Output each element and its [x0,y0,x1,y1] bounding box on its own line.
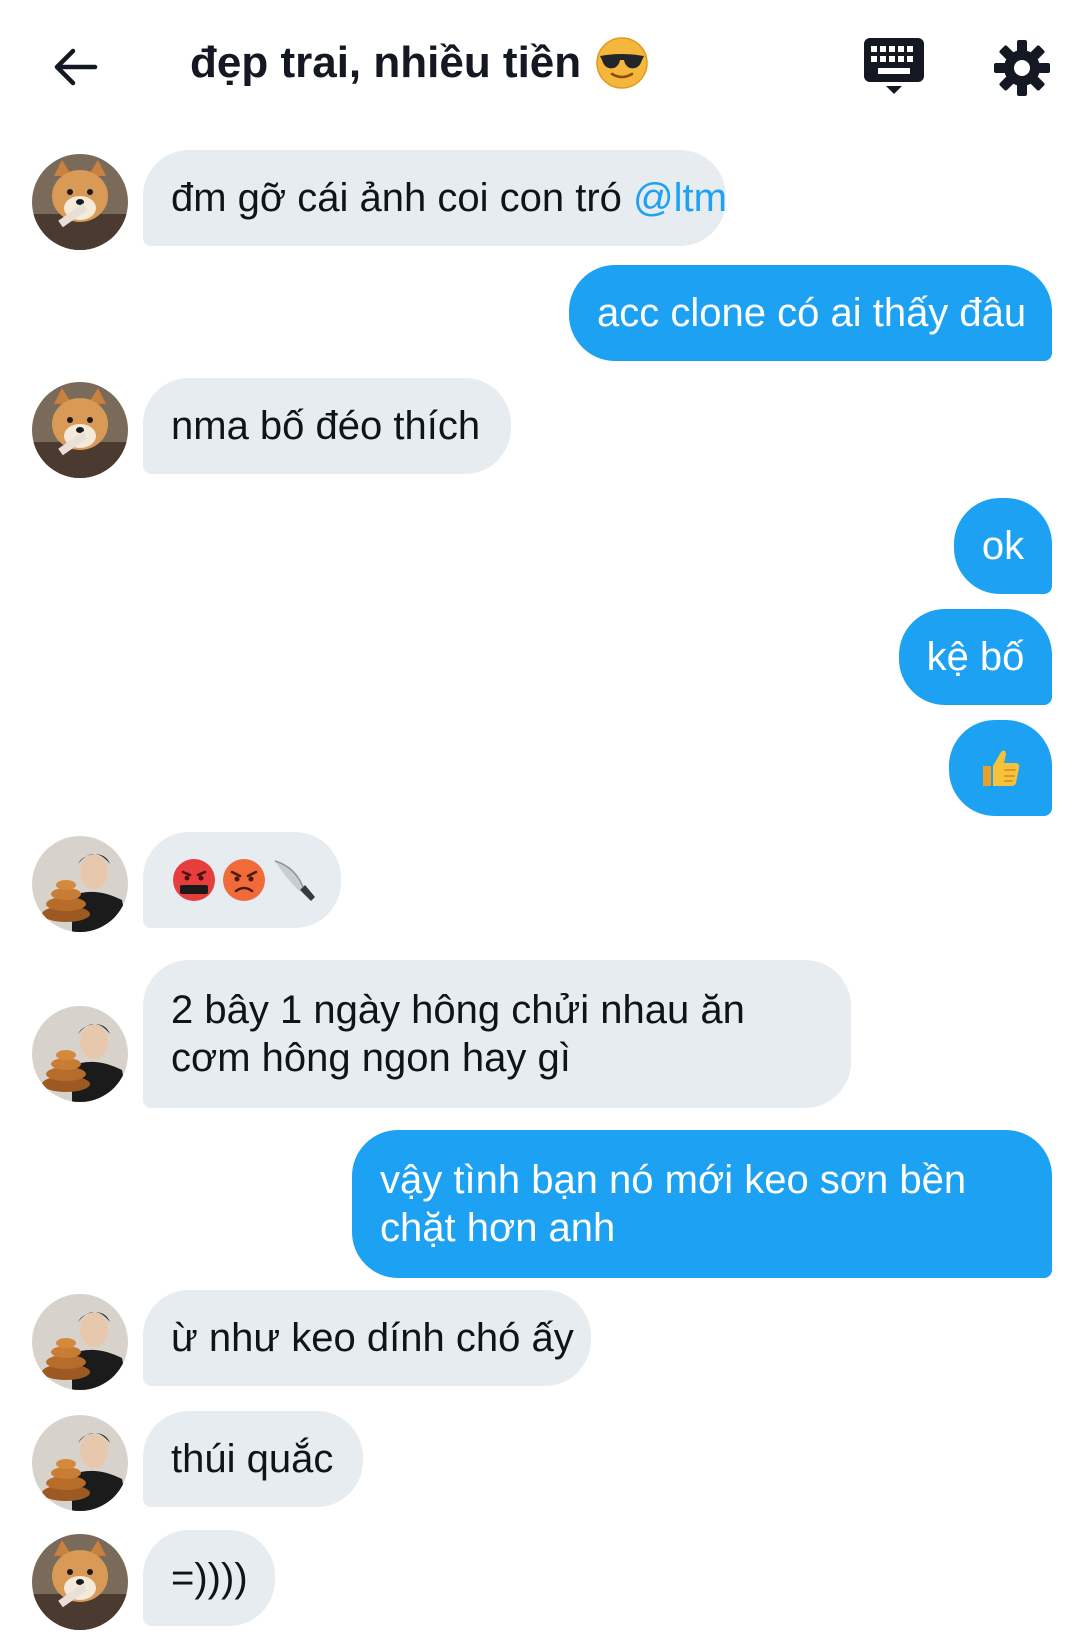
angry-face-emoji [223,859,265,901]
message-bubble[interactable]: 2 bây 1 ngày hông chửi nhau ăn cơm hông … [143,960,851,1108]
avatar[interactable] [32,382,128,478]
message-text: ừ như keo dính chó ấy [171,1316,574,1360]
message-bubble[interactable]: vậy tình bạn nó mới keo sơn bền chặt hơn… [352,1130,1052,1278]
message-text-block: 2 bây 1 ngày hông chửi nhau ăn cơm hông … [171,986,745,1082]
message-row [0,720,1080,816]
message-row: vậy tình bạn nó mới keo sơn bền chặt hơn… [0,1130,1080,1280]
message-line: vậy tình bạn nó mới keo sơn bền [380,1158,967,1202]
conversation-header: đẹp trai, nhiều tiền [0,0,1080,130]
message-bubble[interactable]: ừ như keo dính chó ấy [143,1290,591,1386]
shiba-dog-avatar-icon [32,382,128,478]
person-with-bread-avatar-icon [32,1415,128,1511]
message-row: acc clone có ai thấy đâu [0,265,1080,361]
message-text: thúi quắc [171,1437,334,1481]
person-with-bread-avatar-icon [32,836,128,932]
message-bubble[interactable]: thúi quắc [143,1411,363,1507]
message-row: 2 bây 1 ngày hông chửi nhau ăn cơm hông … [0,960,1080,1110]
message-bubble[interactable] [949,720,1052,816]
message-line: cơm hông ngon hay gì [171,1036,571,1080]
person-with-bread-avatar-icon [32,1006,128,1102]
message-bubble[interactable]: kệ bố [899,609,1052,705]
message-bubble[interactable] [143,832,341,928]
message-bubble[interactable]: nma bố đéo thích [143,378,511,474]
message-row: =)))) [0,1530,1080,1630]
avatar[interactable] [32,1534,128,1630]
sunglasses-face-emoji [596,37,648,89]
message-line: 2 bây 1 ngày hông chửi nhau ăn [171,988,745,1032]
message-row: nma bố đéo thích [0,378,1080,478]
message-text: =)))) [171,1556,248,1600]
message-row: kệ bố [0,609,1080,705]
settings-button[interactable] [990,36,1054,100]
message-text: ok [981,524,1025,568]
thumbs-up-emoji [982,750,1019,786]
cursing-face-emoji [173,859,215,901]
back-button[interactable] [40,32,110,102]
message-bubble[interactable]: ok [954,498,1052,594]
keyboard-icon [864,38,924,94]
avatar[interactable] [32,1415,128,1511]
message-row: thúi quắc [0,1411,1080,1511]
avatar[interactable] [32,154,128,250]
gear-icon [994,40,1050,96]
message-row: đm gỡ cái ảnh coi con tró @ltm [0,150,1080,250]
kitchen-knife-emoji [274,860,315,901]
message-text: kệ bố [926,635,1025,679]
message-text: đm gỡ cái ảnh coi con tró [171,176,634,220]
message-text-block: vậy tình bạn nó mới keo sơn bền chặt hơn… [380,1156,966,1252]
message-row: ừ như keo dính chó ấy [0,1290,1080,1390]
message-row [0,832,1080,932]
message-text: nma bố đéo thích [171,404,481,448]
emoji-group [171,857,317,903]
message-bubble[interactable]: đm gỡ cái ảnh coi con tró @ltm [143,150,727,246]
message-bubble[interactable]: acc clone có ai thấy đâu [569,265,1052,361]
avatar[interactable] [32,836,128,932]
avatar[interactable] [32,1006,128,1102]
conversation-title-text: đẹp trai, nhiều tiền [190,38,582,87]
shiba-dog-avatar-icon [32,154,128,250]
shiba-dog-avatar-icon [32,1534,128,1630]
message-row: ok [0,498,1080,594]
person-with-bread-avatar-icon [32,1294,128,1390]
message-bubble[interactable]: =)))) [143,1530,275,1626]
message-line: chặt hơn anh [380,1206,616,1250]
avatar[interactable] [32,1294,128,1390]
arrow-left-icon [54,48,98,86]
mention-link[interactable]: @ltm [633,174,727,222]
message-text: acc clone có ai thấy đâu [597,291,1027,335]
keyboard-button[interactable] [862,36,948,100]
conversation-title: đẹp trai, nhiều tiền [190,36,649,90]
